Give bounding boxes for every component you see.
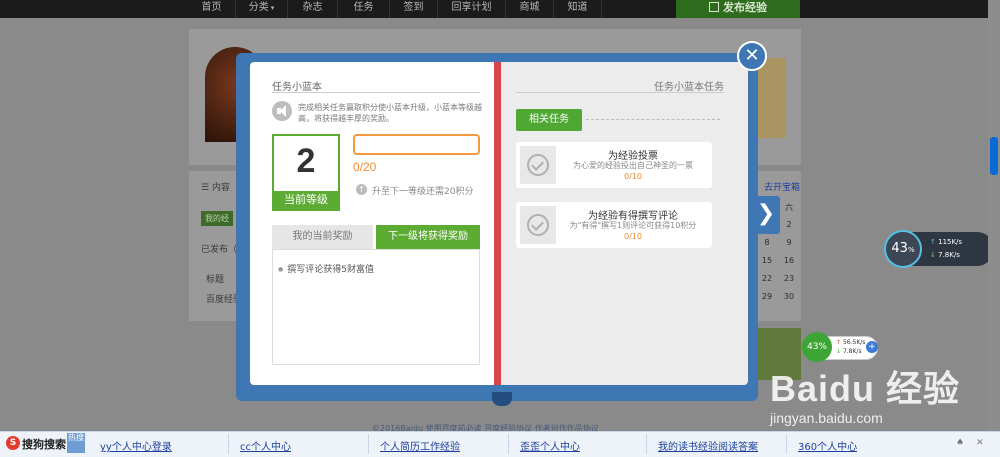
separator bbox=[368, 434, 369, 454]
calendar-day[interactable]: 30 bbox=[779, 292, 799, 301]
task-card-comment[interactable]: 为经验有得撰写评论 为"有得"撰写1则评论可获得10积分 0/10 bbox=[516, 202, 712, 248]
column-title: 标题 bbox=[206, 275, 225, 285]
check-circle-icon bbox=[527, 154, 549, 176]
check-circle-icon bbox=[527, 214, 549, 236]
publish-label: 发布经验 bbox=[723, 1, 767, 14]
hot-link[interactable]: 歪歪个人中心 bbox=[520, 438, 580, 453]
close-icon: ✕ bbox=[744, 45, 760, 66]
calendar-day[interactable]: 9 bbox=[779, 238, 799, 247]
level-label: 当前等级 bbox=[274, 191, 338, 209]
calendar-day[interactable]: 15 bbox=[757, 256, 777, 265]
level-number: 2 bbox=[296, 142, 316, 180]
separator bbox=[228, 434, 229, 454]
list-item: 撰写评论获得5财富值 bbox=[278, 262, 374, 275]
level-box: 2 当前等级 bbox=[272, 134, 340, 211]
level-progress-bar bbox=[353, 134, 480, 155]
open-chest-link[interactable]: 去开宝箱 bbox=[764, 180, 800, 193]
close-icon[interactable]: ✕ bbox=[976, 438, 984, 448]
nav-magazine[interactable]: 杂志 bbox=[288, 0, 338, 18]
task-description: 为"有得"撰写1则评论可获得10积分 bbox=[569, 221, 697, 230]
baidu-jingyan-watermark: Baidu 经验 bbox=[770, 368, 961, 409]
nav-mall[interactable]: 商城 bbox=[506, 0, 554, 18]
divider bbox=[516, 92, 724, 93]
hot-link[interactable]: yy个人中心登录 bbox=[100, 438, 172, 453]
calendar-day[interactable]: 2 bbox=[779, 220, 799, 229]
calendar-day[interactable]: 29 bbox=[757, 292, 777, 301]
task-description: 为心爱的经验投出自己神圣的一票 bbox=[573, 161, 693, 170]
sogou-logo-icon: S bbox=[6, 436, 20, 450]
close-modal-button[interactable]: ✕ bbox=[737, 41, 767, 71]
nav-tasks[interactable]: 任务 bbox=[338, 0, 390, 18]
plus-icon[interactable]: + bbox=[866, 341, 878, 353]
task-book-description: 完成相关任务赢取积分使小蓝本升级，小蓝本等级越高，将获得越丰厚的奖励。 bbox=[298, 103, 482, 123]
separator bbox=[646, 434, 647, 454]
calendar-day[interactable]: 8 bbox=[757, 238, 777, 247]
related-tasks-tag: 相关任务 bbox=[516, 109, 582, 131]
nav-category-label: 分类 bbox=[248, 2, 269, 13]
settings-icon[interactable]: ♠ bbox=[956, 438, 964, 448]
calendar-day[interactable]: 23 bbox=[779, 274, 799, 283]
upgrade-hint: 升至下一等级还需20积分 bbox=[372, 187, 474, 197]
task-card-vote[interactable]: 为经验投票 为心爱的经验投出自己神圣的一票 0/10 bbox=[516, 142, 712, 188]
calendar-day[interactable]: 16 bbox=[779, 256, 799, 265]
progress-text: 0/20 bbox=[353, 160, 377, 174]
nav-home[interactable]: 首页 bbox=[188, 0, 236, 18]
right-page-title: 任务小蓝本任务 bbox=[654, 82, 724, 93]
top-nav: 首页 分类 ▾ 杂志 任务 签到 回享计划 商城 知道 发布经验 bbox=[0, 0, 1000, 18]
left-page-title: 任务小蓝本 bbox=[272, 82, 322, 93]
tab-next-reward[interactable]: 下一级将获得奖励 bbox=[376, 225, 480, 254]
task-icon-frame bbox=[520, 146, 556, 184]
scrollbar[interactable] bbox=[988, 0, 1000, 431]
nav-zhidao[interactable]: 知道 bbox=[554, 0, 602, 18]
separator bbox=[508, 434, 509, 454]
tab-current-reward[interactable]: 我的当前奖励 bbox=[272, 225, 373, 249]
download-speed: ↓ 7.8K/s bbox=[930, 251, 960, 259]
speed-percent: 43% bbox=[884, 230, 922, 268]
hot-link[interactable]: 我的读书经验阅读答案 bbox=[658, 438, 758, 453]
download-speed-small: ↓ 7.8K/s bbox=[836, 348, 862, 355]
nav-signin[interactable]: 签到 bbox=[390, 0, 438, 18]
hot-search-tag: 热搜 bbox=[67, 433, 85, 453]
scrollbar-thumb[interactable] bbox=[990, 137, 998, 175]
my-exp-tab[interactable]: 我的经 bbox=[201, 211, 233, 226]
book-spine bbox=[494, 62, 501, 385]
hot-link[interactable]: 360个人中心 bbox=[798, 438, 857, 453]
content-section-title: ☰ 内容 bbox=[201, 183, 230, 193]
hot-link[interactable]: cc个人中心 bbox=[240, 438, 291, 453]
edit-icon bbox=[709, 2, 719, 12]
separator bbox=[786, 434, 787, 454]
publish-button[interactable]: 发布经验 bbox=[676, 0, 800, 18]
upload-speed: ↑ 115K/s bbox=[930, 238, 963, 246]
nav-return-plan[interactable]: 回享计划 bbox=[438, 0, 506, 18]
calendar-day[interactable]: 22 bbox=[757, 274, 777, 283]
task-progress: 0/10 bbox=[624, 172, 642, 181]
divider bbox=[272, 92, 480, 93]
task-icon-frame bbox=[520, 206, 556, 244]
sogou-brand[interactable]: 搜狗搜索 bbox=[22, 436, 66, 452]
speaker-icon bbox=[272, 101, 292, 121]
arrow-up-icon: ↑ bbox=[356, 184, 367, 195]
upload-speed-small: ↑ 56.5K/s bbox=[836, 339, 866, 346]
book-ribbon bbox=[492, 392, 512, 406]
speed-percent-small: 43% bbox=[802, 332, 832, 362]
next-page-button[interactable]: ❯ bbox=[752, 196, 780, 234]
task-progress: 0/10 bbox=[624, 232, 642, 241]
hot-link[interactable]: 个人简历工作经验 bbox=[380, 438, 460, 453]
calendar-weekday: 六 bbox=[785, 203, 793, 212]
nav-category[interactable]: 分类 ▾ bbox=[236, 0, 288, 18]
watermark-url: jingyan.baidu.com bbox=[770, 410, 883, 426]
chevron-down-icon: ▾ bbox=[270, 4, 275, 12]
divider bbox=[586, 119, 720, 120]
side-banner bbox=[756, 58, 786, 138]
chevron-right-icon: ❯ bbox=[756, 201, 776, 226]
